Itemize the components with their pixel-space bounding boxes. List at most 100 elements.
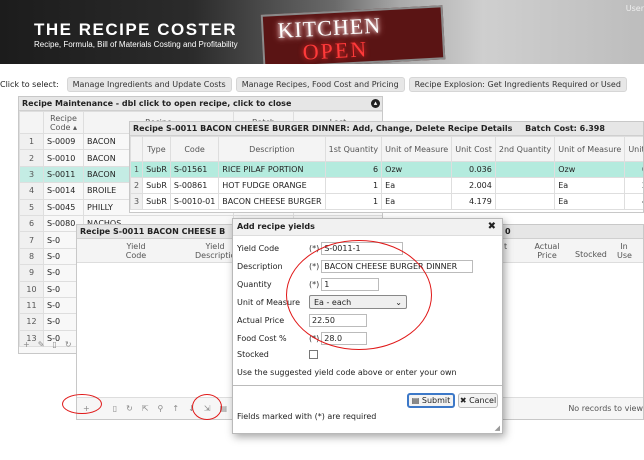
recipe-explosion-button[interactable]: Recipe Explosion: Get Ingredients Requir… (408, 76, 627, 92)
details-cell-qty1[interactable]: 1 (324, 177, 383, 194)
row-number: 9 (19, 264, 44, 282)
details-cell-uom1[interactable]: Ozw (381, 161, 453, 178)
recipe-code-cell[interactable]: S-0045 (43, 198, 84, 216)
yield-code-field[interactable]: S-0011-1 (321, 241, 404, 255)
details-header-cell[interactable]: Description (218, 136, 326, 162)
actual-price-header[interactable]: Actual Price (533, 242, 561, 260)
details-cell-qty2[interactable] (494, 177, 556, 194)
details-header-cell[interactable]: Unit of Measure (554, 136, 626, 162)
submit-button[interactable]: ▤ Submit (407, 393, 455, 408)
stocked-checkbox[interactable] (309, 349, 318, 359)
details-header-cell[interactable]: 1st Quantity (324, 136, 383, 162)
down-icon[interactable]: ↓ (188, 404, 195, 413)
refresh-icon[interactable]: ↻ (126, 404, 133, 413)
export-icon[interactable]: ⇲ (204, 404, 211, 413)
details-cell-desc[interactable]: RICE PILAF PORTION (218, 161, 326, 178)
details-cell-uom2[interactable]: Ea (554, 193, 626, 210)
row-number: 2 (19, 149, 44, 167)
collapse-icon[interactable]: ▴ (371, 99, 380, 108)
details-header-cell[interactable]: Unit of Measure (381, 136, 453, 162)
actual-price-field[interactable]: 22.50 (309, 313, 367, 327)
details-cell-type[interactable]: SubR (142, 161, 171, 178)
recipe-details-panel: Recipe S-0011 BACON CHEESE BURGER DINNER… (129, 121, 644, 213)
yield-desc-header[interactable]: Yield Description (195, 242, 241, 260)
user-label[interactable]: User (626, 4, 644, 13)
in-use-header[interactable]: In Use (617, 242, 632, 260)
recipe-code-cell[interactable]: S-0011 (43, 165, 84, 184)
details-cell-desc[interactable]: HOT FUDGE ORANGE (218, 177, 326, 194)
details-cell-uom2[interactable]: Ea (554, 177, 626, 194)
details-cell-code[interactable]: S-01561 (169, 161, 220, 178)
recipe-toolbar: + ✎ ▯ ↻ (23, 340, 72, 349)
uom-select[interactable]: Ea - each ⌄ (309, 295, 407, 309)
refresh-icon[interactable]: ↻ (65, 340, 72, 349)
move-icon[interactable]: ⇱ (142, 404, 149, 413)
yield-code-header[interactable]: Yield Code (123, 242, 149, 260)
save-icon[interactable]: ▤ (219, 404, 227, 413)
required-mark: (*) (309, 279, 320, 289)
details-cell-desc[interactable]: BACON CHEESE BURGER (218, 193, 326, 210)
details-header-cell[interactable] (130, 136, 144, 162)
details-cell-cost1[interactable]: 0.036 (451, 161, 496, 178)
recipe-maintenance-title: Recipe Maintenance - dbl click to open r… (22, 99, 292, 108)
details-cell-uom1[interactable]: Ea (381, 177, 453, 194)
details-cell-cost2[interactable]: 0.036 (624, 161, 643, 178)
row-number: 1 (130, 161, 144, 178)
details-cell-qty2[interactable] (494, 193, 556, 210)
recipe-details-header: Recipe S-0011 BACON CHEESE BURGER DINNER… (130, 122, 643, 136)
uom-label: Unit of Measure (237, 297, 301, 307)
details-cell-code[interactable]: S-00861 (169, 177, 220, 194)
details-header-cell[interactable]: Code (169, 136, 220, 162)
details-cell-type[interactable]: SubR (142, 177, 171, 194)
food-cost-field[interactable]: 28.0 (321, 331, 368, 345)
details-cell-type[interactable]: SubR (142, 193, 171, 210)
resize-handle-icon[interactable]: ◢ (495, 424, 500, 432)
details-header-cell[interactable]: Unit Cost (451, 136, 496, 162)
t-header[interactable]: t (504, 242, 507, 251)
details-cell-uom2[interactable]: Ozw (554, 161, 626, 178)
cancel-button[interactable]: ✖ Cancel (458, 393, 498, 408)
add-icon[interactable]: + (23, 340, 30, 349)
cancel-label: Cancel (469, 396, 497, 405)
quantity-field[interactable]: 1 (321, 277, 380, 291)
description-field[interactable]: BACON CHEESE BURGER DINNER (321, 259, 474, 273)
up-icon[interactable]: ↑ (172, 404, 179, 413)
yield-code-row: Yield Code (*) S-0011-1 (237, 241, 404, 255)
details-cell-uom1[interactable]: Ea (381, 193, 453, 210)
recipe-code-header[interactable]: Recipe Code ▴ (43, 111, 84, 134)
nav-prompt: Click to select: (0, 79, 59, 89)
delete-icon[interactable]: ▯ (113, 404, 117, 413)
required-mark: (*) (309, 261, 320, 271)
manage-ingredients-button[interactable]: Manage Ingredients and Update Costs (66, 76, 232, 92)
details-cell-code[interactable]: S-0010-01 (169, 193, 220, 210)
details-cell-cost2[interactable]: 2.004 (624, 177, 643, 194)
row-number: 10 (19, 280, 44, 298)
uom-select-value: Ea - each (314, 298, 352, 307)
panel-title: Recipe Maintenance - dbl click to open r… (19, 97, 382, 111)
stocked-label: Stocked (237, 349, 269, 359)
recipe-code-cell[interactable]: S-0009 (43, 132, 84, 151)
details-header-cell[interactable]: 2nd Quantity (494, 136, 556, 162)
details-cell-cost1[interactable]: 2.004 (451, 177, 496, 194)
submit-label: Submit (421, 396, 451, 405)
table-row[interactable]: 3 SubR S-0010-01 BACON CHEESE BURGER 1 Ea 4.17… (130, 193, 643, 210)
details-cell-cost2[interactable]: 4.179 (624, 193, 643, 210)
stocked-header[interactable]: Stocked (575, 250, 607, 259)
recipe-code-cell[interactable]: S-0014 (43, 182, 84, 200)
close-icon[interactable]: ✖ (488, 222, 496, 232)
details-header-cell[interactable]: Type (142, 136, 171, 162)
details-cell-cost1[interactable]: 4.179 (451, 193, 496, 210)
edit-icon[interactable]: ✎ (38, 340, 45, 349)
table-row[interactable]: 1 SubR S-01561 RICE PILAF PORTION 6 Ozw 0.036 O… (130, 161, 643, 178)
details-header-cell[interactable]: Unit Cost (624, 136, 643, 162)
table-row[interactable]: 2SubRS-00861HOT FUDGE ORANGE1Ea2.004Ea2.… (130, 177, 643, 194)
search-icon[interactable]: ⚲ (158, 404, 164, 413)
manage-recipes-button[interactable]: Manage Recipes, Food Cost and Pricing (235, 76, 405, 92)
details-cell-qty1[interactable]: 6 (324, 161, 383, 178)
row-number: 2 (130, 177, 144, 194)
details-cell-qty2[interactable] (494, 161, 556, 178)
delete-icon[interactable]: ▯ (52, 340, 56, 349)
recipe-code-cell[interactable]: S-0010 (43, 149, 84, 167)
details-cell-qty1[interactable]: 1 (324, 193, 383, 210)
add-icon[interactable]: + (83, 404, 90, 413)
